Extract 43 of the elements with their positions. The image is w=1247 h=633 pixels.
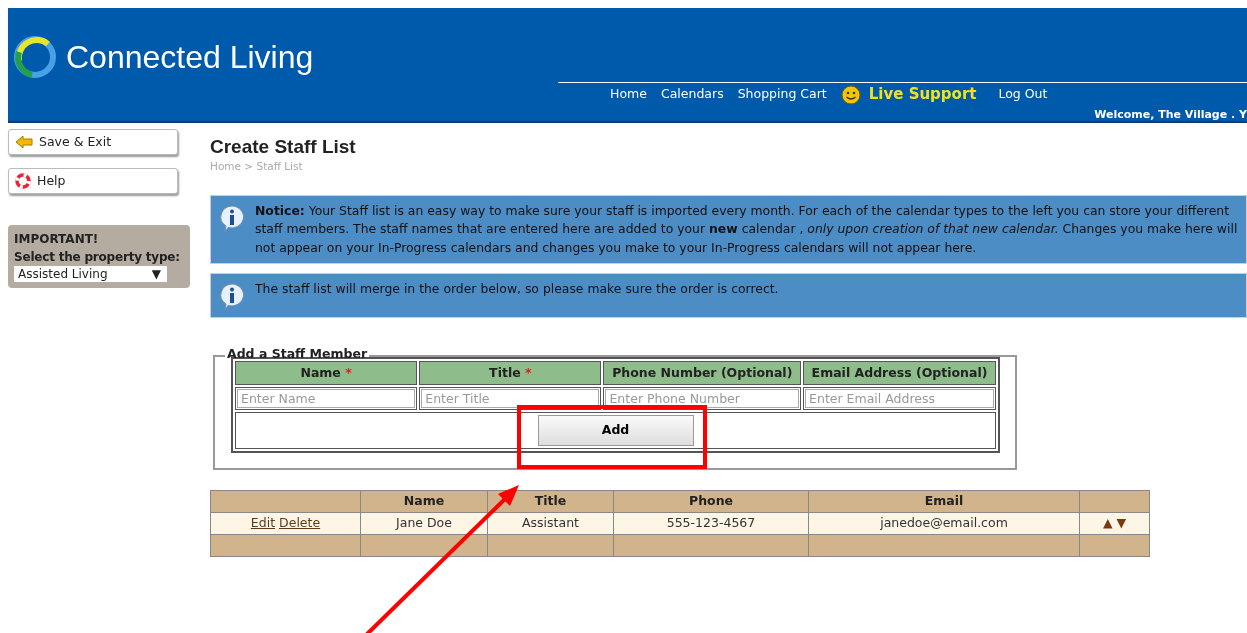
info-icon	[219, 283, 245, 312]
panel-legend: Add a Staff Member	[225, 348, 370, 361]
smiley-icon	[840, 84, 861, 105]
breadcrumb: Home > Staff List	[210, 158, 304, 174]
delete-link[interactable]: Delete	[279, 515, 321, 531]
table-cell: 555-123-4567	[666, 515, 756, 531]
edit-link[interactable]: Edit	[250, 515, 276, 531]
column-header: Email Address (Optional)	[803, 360, 996, 386]
nav-link[interactable]: Calendars	[660, 85, 724, 104]
table-cell: Assistant	[522, 515, 579, 531]
welcome-text: Welcome, The Village . Y	[1094, 107, 1247, 121]
notice-text: The staff list will merge in the order below, so please make sure the order is correct.	[255, 280, 779, 299]
column-header: Name	[360, 490, 488, 513]
move-down-button[interactable]: ▼	[1116, 515, 1127, 531]
nav-link[interactable]: Shopping Cart	[737, 85, 827, 104]
info-icon	[219, 204, 245, 233]
nav-link[interactable]: Home	[610, 85, 647, 104]
save-exit-button[interactable]: Save & Exit	[8, 129, 178, 155]
help-button[interactable]: Help	[8, 168, 178, 194]
column-header: Title *	[419, 360, 602, 386]
live-support-link[interactable]: Live Support	[840, 83, 977, 106]
lifebuoy-icon	[15, 173, 31, 189]
property-type-select[interactable]: Assisted Living ▼	[14, 266, 167, 282]
move-up-button[interactable]: ▲	[1102, 515, 1113, 531]
table-cell: Jane Doe	[396, 515, 452, 531]
notice-text: Notice: Your Staff list is an easy way to make sure your staff is imported every month. For each of the calendar types to the left you can store your different staff members. The staff names that are entered here are added to your new calendar , only upon creation of that new calendar. Changes you make here will not appear on your In-Progress calendars and changes you make to your In-Progress calendars will not appear here.	[255, 201, 1238, 257]
add-button[interactable]: Add	[537, 415, 694, 447]
logo-text: Connected Living	[66, 41, 314, 73]
column-header: Phone	[613, 490, 809, 513]
logo-icon	[12, 34, 58, 80]
input-field[interactable]: Enter Email Address	[805, 389, 994, 409]
input-field[interactable]: Enter Name	[237, 389, 416, 409]
property-type-label: Select the property type:	[14, 249, 181, 266]
important-label: IMPORTANT!	[14, 231, 100, 248]
input-field[interactable]: Enter Title	[421, 389, 600, 409]
nav-link[interactable]: Log Out	[998, 85, 1048, 104]
page-title: Create Staff List	[210, 136, 357, 159]
column-header: Name *	[235, 360, 418, 386]
column-header: Title	[487, 490, 614, 513]
left-arrow-icon	[15, 135, 33, 149]
column-header: Phone Number (Optional)	[603, 360, 802, 386]
table-cell: janedoe@email.com	[880, 515, 1008, 531]
column-header: Email	[808, 490, 1080, 513]
